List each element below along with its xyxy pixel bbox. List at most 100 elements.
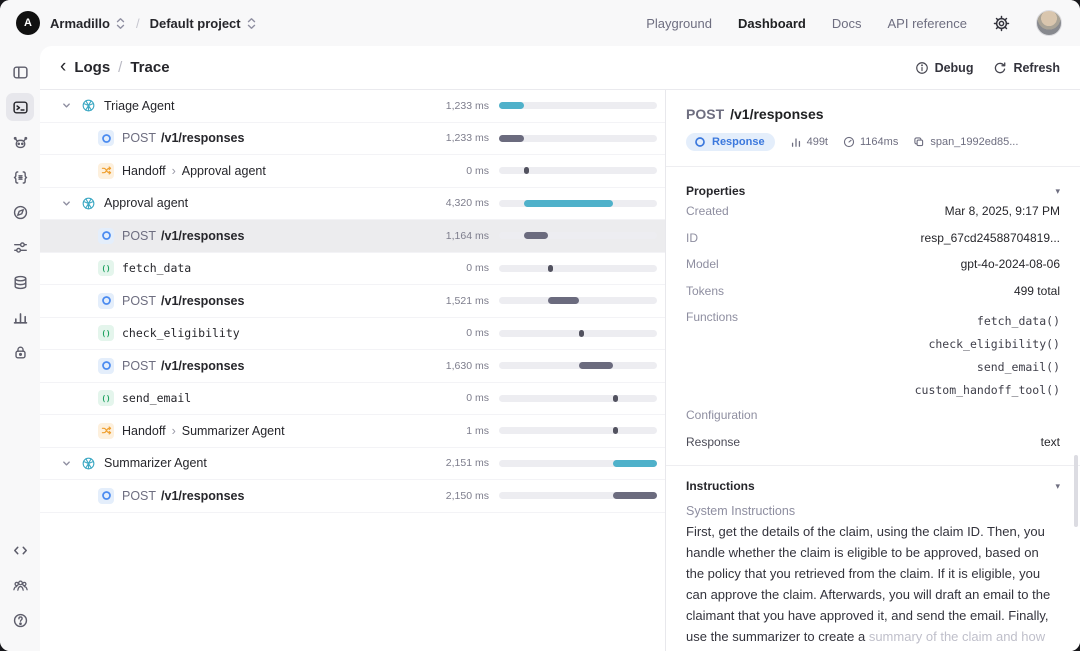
timeline-bar: [612, 492, 657, 500]
handoff-label: Handoff › Approval agent: [122, 163, 266, 178]
scrollbar-thumb[interactable]: [1074, 455, 1078, 527]
property-label: ID: [686, 230, 698, 245]
property-label: Model: [686, 257, 719, 271]
bar-chart-usage-icon[interactable]: [6, 303, 34, 331]
timeline-track: [499, 362, 657, 370]
trace-row-send-email[interactable]: () send_email 0 ms: [40, 383, 665, 415]
agent-name: Approval agent: [104, 196, 189, 211]
crumb-logs[interactable]: Logs: [74, 59, 110, 76]
terminal-logs-icon[interactable]: [6, 93, 34, 121]
compass-explore-icon[interactable]: [6, 198, 34, 226]
properties-heading: Properties: [686, 184, 746, 198]
back-icon[interactable]: ‹: [60, 57, 66, 76]
page-header: ‹ Logs / Trace Debug Refresh: [40, 46, 1080, 90]
duration: 1,521 ms: [445, 294, 489, 307]
trace-row--v1-responses[interactable]: POST/v1/responses 1,233 ms: [40, 123, 665, 155]
lock-api-keys-icon[interactable]: [6, 338, 34, 366]
chevron-down-icon[interactable]: [62, 459, 71, 468]
chevron-down-icon[interactable]: [62, 101, 71, 110]
bar-chart-icon: [791, 138, 800, 147]
function-icon: (): [98, 260, 114, 277]
duration: 0 ms: [466, 327, 489, 340]
response-ring-icon: [98, 357, 114, 374]
details-panel: POST/v1/responses Response 499t 1164ms s…: [665, 90, 1080, 651]
collapse-caret-icon[interactable]: ▾: [1055, 186, 1060, 197]
nav-docs[interactable]: Docs: [832, 16, 862, 31]
trace-row--v1-responses[interactable]: POST/v1/responses 1,630 ms: [40, 350, 665, 383]
panel-toggle-icon[interactable]: [6, 58, 34, 86]
duration: 4,320 ms: [445, 197, 489, 210]
property-value: Mar 8, 2025, 9:17 PM: [944, 204, 1060, 218]
timeline-track: [499, 492, 657, 500]
response-ring-icon: [98, 292, 114, 309]
debug-button[interactable]: Debug: [915, 61, 973, 75]
trace-row-triage-agent[interactable]: Triage Agent 1,233 ms: [40, 90, 665, 123]
trace-row-handoff[interactable]: Handoff › Summarizer Agent 1 ms: [40, 415, 665, 448]
trace-row-handoff[interactable]: Handoff › Approval agent 0 ms: [40, 155, 665, 188]
timeline-track: [499, 459, 657, 467]
request-label: POST/v1/responses: [122, 131, 245, 146]
nav-api-reference[interactable]: API reference: [888, 16, 968, 31]
trace-row-check-eligibility[interactable]: () check_eligibility 0 ms: [40, 318, 665, 350]
refresh-button[interactable]: Refresh: [993, 61, 1060, 75]
property-label: Functions: [686, 310, 739, 324]
main-card: ‹ Logs / Trace Debug Refresh Triage Agen…: [40, 46, 1080, 651]
response-badge[interactable]: Response: [686, 133, 775, 151]
timeline-bar: [524, 167, 530, 175]
property-label: Response: [686, 434, 741, 449]
duration: 0 ms: [466, 392, 489, 405]
property-value: resp_67cd24588704819...: [920, 230, 1060, 245]
trace-row-summarizer-agent[interactable]: Summarizer Agent 2,151 ms: [40, 448, 665, 480]
request-path: /v1/responses: [730, 106, 824, 122]
users-community-icon[interactable]: [6, 571, 34, 599]
agent-name: Triage Agent: [104, 98, 175, 113]
robot-agents-icon[interactable]: [6, 128, 34, 156]
system-instructions-text: First, get the details of the claim, usi…: [686, 524, 1051, 651]
properties-section: Properties ▾ Created Mar 8, 2025, 9:17 PM…: [666, 167, 1080, 466]
app-window: A Armadillo / Default project Playground…: [0, 0, 1080, 651]
collapse-caret-icon[interactable]: ▾: [1055, 481, 1060, 492]
function-name: send_email: [122, 391, 192, 406]
breadcrumb: Logs / Trace: [74, 59, 169, 76]
help-icon[interactable]: [6, 606, 34, 634]
timeline-track: [499, 394, 657, 402]
chevron-down-icon[interactable]: [62, 199, 71, 208]
trace-row-approval-agent[interactable]: Approval agent 4,320 ms: [40, 188, 665, 220]
timeline-bar: [612, 459, 657, 467]
timeline-bar: [612, 394, 618, 402]
sliders-tuning-icon[interactable]: [6, 233, 34, 261]
timeline-track: [499, 427, 657, 435]
trace-row--v1-responses[interactable]: POST/v1/responses 2,150 ms: [40, 480, 665, 513]
nav-playground[interactable]: Playground: [646, 16, 712, 31]
org-picker[interactable]: Armadillo: [50, 16, 126, 31]
timeline-track: [499, 264, 657, 272]
timeline-bar: [499, 134, 525, 142]
span-id[interactable]: span_1992ed85...: [913, 136, 1018, 148]
gear-icon[interactable]: [993, 15, 1010, 32]
timeline-bar: [524, 199, 613, 207]
code-icon[interactable]: [6, 536, 34, 564]
trace-row--v1-responses[interactable]: POST/v1/responses 1,521 ms: [40, 285, 665, 318]
timeline-track: [499, 102, 657, 110]
gauge-icon: [843, 136, 855, 148]
instructions-section: Instructions ▾ System Instructions First…: [666, 466, 1080, 651]
org-avatar[interactable]: A: [16, 11, 40, 35]
token-count: 499t: [790, 136, 828, 148]
user-avatar[interactable]: [1036, 10, 1062, 36]
database-storage-icon[interactable]: [6, 268, 34, 296]
trace-row--v1-responses[interactable]: POST/v1/responses 1,164 ms: [40, 220, 665, 253]
nav-dashboard[interactable]: Dashboard: [738, 16, 806, 31]
timeline-bar: [548, 297, 580, 305]
trace-row-fetch-data[interactable]: () fetch_data 0 ms: [40, 253, 665, 285]
handoff-label: Handoff › Summarizer Agent: [122, 423, 285, 438]
request-label: POST/v1/responses: [122, 358, 245, 373]
braces-prompts-icon[interactable]: [6, 163, 34, 191]
request-label: POST/v1/responses: [122, 228, 245, 243]
response-ring-icon: [695, 137, 705, 147]
duration: 1,233 ms: [445, 99, 489, 112]
property-value-list: fetch_data() check_eligibility() send_emai…: [914, 314, 1060, 397]
timeline-bar: [524, 232, 549, 240]
handoff-icon: [98, 422, 114, 439]
project-picker[interactable]: Default project: [150, 16, 257, 31]
crumb-trace: Trace: [130, 59, 170, 76]
